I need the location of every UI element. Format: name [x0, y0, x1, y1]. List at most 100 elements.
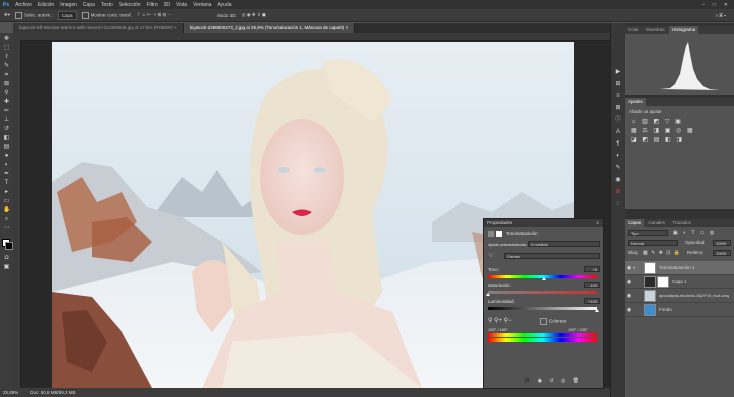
saturation-slider[interactable]: [488, 291, 597, 294]
libraries-icon[interactable]: ◉: [615, 177, 621, 183]
menu-texto[interactable]: Texto: [98, 2, 116, 8]
properties-icon[interactable]: ≡: [615, 93, 621, 99]
styles-icon[interactable]: ◐: [615, 153, 621, 159]
adjustment-icons-row3[interactable]: ◪ ◩ ▤ ◧ ◨: [631, 136, 684, 143]
crop-icon[interactable]: ⌗: [3, 72, 10, 79]
zoom-level[interactable]: 25,89%: [3, 390, 18, 395]
ps-logo-icon[interactable]: Ps: [0, 2, 12, 8]
layer-filter-dropdown[interactable]: Tipo: [628, 230, 668, 236]
rectangle-icon[interactable]: ▭: [3, 198, 10, 205]
hand-adjust-icon[interactable]: ☜: [488, 252, 493, 259]
panel-menu-icon[interactable]: ≡: [596, 219, 599, 227]
saturation-value[interactable]: -100: [584, 282, 600, 288]
layer-name[interactable]: apocalipsis-ekobedi-d3p7FOt_hw4-unsplash: [659, 293, 729, 298]
preset-dropdown[interactable]: A medida: [528, 241, 600, 247]
search-icon[interactable]: ⌕ ▣ ▾: [716, 13, 726, 18]
quick-mask-icon[interactable]: ◘: [3, 255, 10, 262]
opacity-value[interactable]: 100%: [713, 240, 731, 246]
menu-capa[interactable]: Capa: [80, 2, 98, 8]
3d-tools-icons[interactable]: ◎ ◉ ✥ ⇕ ◼: [242, 12, 266, 18]
background-color-swatch[interactable]: [5, 242, 13, 250]
lasso-icon[interactable]: ℓ: [3, 54, 10, 61]
actions-icon[interactable]: ⊞: [615, 81, 621, 87]
character-icon[interactable]: A: [615, 129, 621, 135]
brush-icon[interactable]: ✏: [3, 108, 10, 115]
dodge-icon[interactable]: ◐: [3, 162, 10, 169]
path-select-icon[interactable]: ▸: [3, 189, 10, 196]
minimize-icon[interactable]: –: [702, 2, 705, 8]
eraser-icon[interactable]: ◧: [3, 135, 10, 142]
eye-icon[interactable]: ◉: [625, 293, 633, 299]
maximize-icon[interactable]: □: [713, 2, 716, 8]
tab-trazados[interactable]: Trazados: [669, 219, 694, 227]
saturation-slider-thumb[interactable]: [486, 293, 490, 296]
tab-document-1[interactable]: bigstock-Elf-Woman-Warrior-With-Sword-l-…: [13, 23, 184, 33]
layer-mask-thumb[interactable]: [644, 261, 656, 274]
layer-thumb[interactable]: [644, 303, 656, 316]
eye-icon[interactable]: ◉: [625, 307, 633, 313]
move-icon[interactable]: ✥: [3, 36, 10, 43]
channel-dropdown[interactable]: Gamas: [504, 253, 600, 259]
paragraph-icon[interactable]: ¶: [615, 141, 621, 147]
eyedropper-icon[interactable]: ⚲ ⚲+ ⚲−: [488, 317, 512, 324]
eye-icon[interactable]: ◉: [625, 265, 633, 271]
align-icons[interactable]: ⊤ ⊥ ⊢ ⊣ ⊞ ⊟ ⋯: [137, 12, 172, 18]
menu-vista[interactable]: Vista: [173, 2, 190, 8]
mask-icon[interactable]: [496, 231, 502, 237]
properties-header[interactable]: Propiedades ≡: [484, 219, 603, 227]
menu-ayuda[interactable]: Ayuda: [214, 2, 234, 8]
auto-select-checkbox[interactable]: Selec. autom.:: [15, 11, 53, 19]
fill-value[interactable]: 100%: [713, 250, 731, 256]
info-icon[interactable]: ⓘ: [615, 117, 621, 123]
hue-slider-thumb[interactable]: [541, 277, 546, 280]
menu-filtro[interactable]: Filtro: [144, 2, 161, 8]
adjustment-icons-row2[interactable]: ▦ ⚖ ◨ ▣ ◎ ▦: [631, 127, 695, 134]
layer-row[interactable]: ◉ apocalipsis-ekobedi-d3p7FOt_hw4-unspla…: [625, 289, 734, 303]
navigator-icon[interactable]: ⊠: [615, 105, 621, 111]
lock-icons[interactable]: ▩ ✎ ✥ ⊡ 🔒: [643, 250, 681, 256]
layer-name[interactable]: Capa 1: [672, 279, 687, 284]
layer-thumb[interactable]: [644, 289, 656, 302]
layer-row[interactable]: ◉ Capa 1: [625, 275, 734, 289]
menu-seleccion[interactable]: Selección: [116, 2, 144, 8]
tab-histograma[interactable]: Histograma: [669, 26, 699, 34]
pen-icon[interactable]: ✒: [3, 171, 10, 178]
healing-icon[interactable]: ✚: [3, 99, 10, 106]
type-icon[interactable]: T: [3, 180, 10, 187]
layer-name[interactable]: Tono/saturación 1: [659, 265, 695, 270]
zoom-icon[interactable]: ⌕: [3, 216, 10, 223]
menu-3d[interactable]: 3D: [161, 2, 173, 8]
tab-color[interactable]: Color: [625, 26, 642, 34]
glyphs-icon[interactable]: ◌: [615, 201, 621, 207]
properties-footer-icons[interactable]: ⬛ ◉ ↺ ◎ 🗑: [524, 378, 582, 384]
menu-archivo[interactable]: Archivo: [12, 2, 35, 8]
screen-mode-icon[interactable]: ▣: [3, 264, 10, 271]
lightness-value[interactable]: +100: [584, 298, 600, 304]
layer-name[interactable]: Fondo: [659, 307, 672, 312]
menu-ventana[interactable]: Ventana: [190, 2, 214, 8]
more-tools-icon[interactable]: ⋯: [3, 225, 10, 232]
frame-icon[interactable]: ⊠: [3, 81, 10, 88]
tab-canales[interactable]: Canales: [645, 219, 668, 227]
lightness-slider[interactable]: [488, 307, 597, 310]
tab-ajustes[interactable]: Ajustes: [625, 98, 646, 106]
layer-row[interactable]: ◉ Fondo: [625, 303, 734, 317]
learn-icon[interactable]: ⊛: [615, 189, 621, 195]
lightness-slider-thumb[interactable]: [595, 309, 599, 312]
stamp-icon[interactable]: ⊥: [3, 117, 10, 124]
close-icon[interactable]: ✕: [724, 2, 728, 8]
brush-settings-icon[interactable]: ✎: [615, 165, 621, 171]
history-icon[interactable]: ▶: [615, 69, 621, 75]
blend-mode-dropdown[interactable]: Normal: [628, 240, 678, 246]
hue-value[interactable]: +6: [584, 266, 600, 272]
filter-icons[interactable]: ▣ ◐ T ▭ ◍: [673, 230, 716, 236]
history-brush-icon[interactable]: ↺: [3, 126, 10, 133]
menu-imagen[interactable]: Imagen: [57, 2, 80, 8]
layer-row[interactable]: ◉ ◐ Tono/saturación 1: [625, 261, 734, 275]
adjustment-icon[interactable]: [488, 231, 494, 237]
transform-controls-checkbox[interactable]: Mostrar contr. transf.: [81, 11, 132, 19]
menu-edicion[interactable]: Edición: [35, 2, 57, 8]
blur-icon[interactable]: ●: [3, 153, 10, 160]
color-range-bar-bottom[interactable]: [488, 338, 597, 342]
layer-mask-thumb[interactable]: [657, 275, 669, 288]
